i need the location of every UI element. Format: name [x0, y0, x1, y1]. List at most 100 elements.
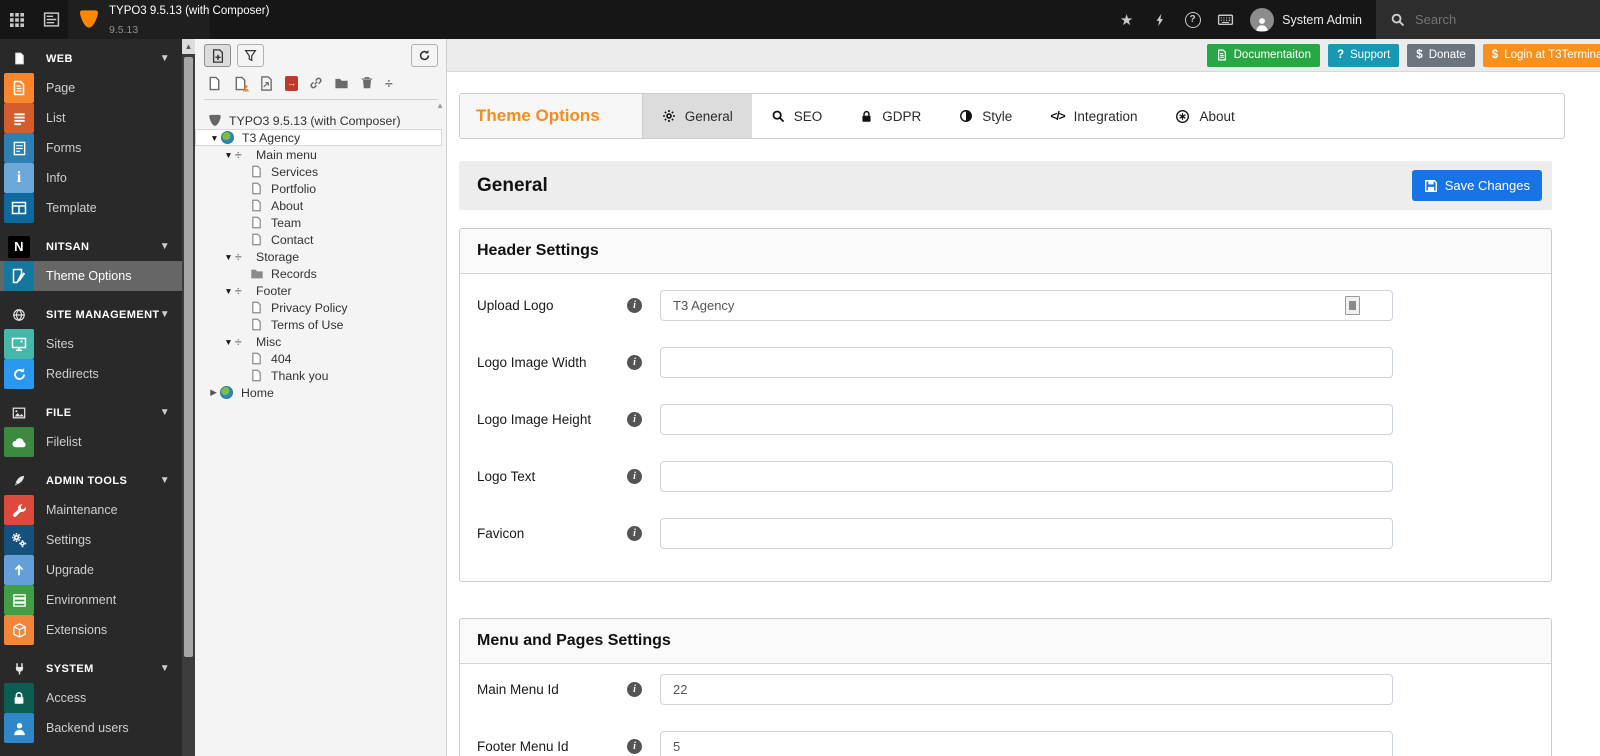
sidebar-item-settings[interactable]: Settings — [0, 525, 182, 555]
tree-node[interactable]: ▼ Services — [195, 163, 442, 180]
logo-text-input[interactable] — [660, 461, 1393, 492]
username: System Admin — [1282, 12, 1362, 27]
tab-integration[interactable]: </> Integration — [1031, 94, 1156, 138]
help-icon[interactable]: ? — [1176, 0, 1209, 39]
modules-grid-icon[interactable] — [0, 0, 34, 39]
refresh-tree-button[interactable] — [411, 44, 438, 67]
sidebar-item-info[interactable]: i Info — [0, 163, 182, 193]
section-file[interactable]: FILE ▼ — [0, 398, 182, 427]
main-menu-id-input[interactable] — [660, 674, 1393, 705]
info-icon[interactable]: i — [627, 526, 642, 541]
info-icon[interactable]: i — [627, 682, 642, 697]
filter-button[interactable] — [237, 44, 264, 67]
tree-node[interactable]: ▼ About — [195, 197, 442, 214]
tree-node[interactable]: ▼ ÷ Storage — [195, 248, 442, 265]
documentation-button[interactable]: Documentaiton — [1206, 43, 1320, 67]
sidebar-item-environment[interactable]: Environment — [0, 585, 182, 615]
logo-image-width-input[interactable] — [660, 347, 1393, 378]
expand-arrow-icon[interactable]: ▼ — [222, 150, 235, 160]
record-image-icon[interactable] — [1345, 296, 1360, 315]
tab-gdpr[interactable]: GDPR — [841, 94, 940, 138]
user-menu[interactable]: System Admin — [1242, 0, 1376, 39]
section-system[interactable]: SYSTEM ▼ — [0, 654, 182, 683]
tree-node[interactable]: ▼ 404 — [195, 350, 442, 367]
new-page-drag-icon[interactable] — [207, 76, 222, 91]
tree-node[interactable]: ▼ Team — [195, 214, 442, 231]
sidebar-item-theme-options[interactable]: Theme Options — [0, 261, 182, 291]
tree-node[interactable]: ▼ ÷ Misc — [195, 333, 442, 350]
tree-node[interactable]: ▼ Terms of Use — [195, 316, 442, 333]
sidebar-item-extensions[interactable]: Extensions — [0, 615, 182, 645]
footer-menu-id-input[interactable] — [660, 731, 1393, 756]
module-menu-scrollbar[interactable]: ▲ — [182, 39, 195, 756]
new-shortcut-drag-icon[interactable] — [259, 76, 274, 91]
section-admin-tools[interactable]: ADMIN TOOLS ▼ — [0, 466, 182, 495]
section-nitsan[interactable]: N NITSAN ▼ — [0, 232, 182, 261]
tree-node-root[interactable]: ▼ TYPO3 9.5.13 (with Composer) — [195, 112, 442, 129]
expand-arrow-icon[interactable]: ▼ — [222, 286, 235, 296]
favicon-input[interactable] — [660, 518, 1393, 549]
tree-node[interactable]: ▶ Home — [195, 384, 442, 401]
logo-image-height-input[interactable] — [660, 404, 1393, 435]
sidebar-item-sites[interactable]: Sites — [0, 329, 182, 359]
trash-icon[interactable] — [360, 76, 374, 90]
tab-style[interactable]: Style — [940, 94, 1031, 138]
scroll-up-arrow-icon[interactable]: ▲ — [182, 39, 195, 54]
sidebar-item-filelist[interactable]: Filelist — [0, 427, 182, 457]
tab-seo[interactable]: SEO — [752, 94, 842, 138]
sidebar-item-forms[interactable]: Forms — [0, 133, 182, 163]
sidebar-item-redirects[interactable]: Redirects — [0, 359, 182, 389]
new-page-alt-drag-icon[interactable] — [233, 76, 248, 91]
info-icon[interactable]: i — [627, 469, 642, 484]
expand-arrow-icon[interactable]: ▼ — [222, 337, 235, 347]
new-page-button[interactable] — [204, 44, 231, 67]
tree-node[interactable]: ▼ Contact — [195, 231, 442, 248]
info-icon[interactable]: i — [627, 739, 642, 754]
new-divider-drag-icon[interactable]: ÷ — [385, 75, 393, 91]
pagetree-toggle-icon[interactable] — [34, 0, 68, 39]
tree-node[interactable]: ▼ ÷ Footer — [195, 282, 442, 299]
tree-node[interactable]: ▼ Records — [195, 265, 442, 282]
tree-node[interactable]: ▼ ÷ Main menu — [195, 146, 442, 163]
expand-arrow-icon[interactable]: ▼ — [208, 133, 221, 143]
redirects-refresh-icon — [4, 359, 34, 389]
topbar-search[interactable] — [1376, 0, 1600, 39]
donate-button[interactable]: $ Donate — [1407, 43, 1475, 67]
info-icon[interactable]: i — [627, 412, 642, 427]
collapse-arrow-icon[interactable]: ▶ — [207, 387, 220, 398]
new-link-drag-icon[interactable] — [309, 76, 323, 90]
sidebar-item-upgrade[interactable]: Upgrade — [0, 555, 182, 585]
scrollbar-thumb[interactable] — [184, 57, 193, 657]
login-t3terminal-button[interactable]: $ Login at T3Terminal — [1482, 43, 1600, 67]
tab-general[interactable]: General — [642, 94, 752, 138]
tree-node[interactable]: ▼ Portfolio — [195, 180, 442, 197]
save-changes-button[interactable]: Save Changes — [1411, 170, 1542, 201]
tree-node[interactable]: ▼ Thank you — [195, 367, 442, 384]
sidebar-item-access[interactable]: Access — [0, 683, 182, 713]
upload-logo-input[interactable] — [660, 290, 1393, 321]
sidebar-item-maintenance[interactable]: Maintenance — [0, 495, 182, 525]
support-button[interactable]: ? Support — [1327, 43, 1400, 67]
sidebar-item-page[interactable]: Page — [0, 73, 182, 103]
sidebar-item-list[interactable]: List — [0, 103, 182, 133]
new-folder-drag-icon[interactable] — [334, 76, 349, 91]
info-icon[interactable]: i — [627, 298, 642, 313]
tree-node[interactable]: ▼ Privacy Policy — [195, 299, 442, 316]
theme-options-icon — [4, 261, 34, 291]
new-mount-drag-icon[interactable]: → — [285, 75, 298, 91]
document-icon — [1216, 49, 1228, 61]
section-web[interactable]: WEB ▼ — [0, 44, 182, 73]
sidebar-item-backend-users[interactable]: Backend users — [0, 713, 182, 743]
search-input[interactable] — [1415, 12, 1565, 27]
tab-about[interactable]: About — [1156, 94, 1253, 138]
expand-arrow-icon[interactable]: ▼ — [222, 252, 235, 262]
system-information-icon[interactable] — [1209, 0, 1242, 39]
bookmark-star-icon[interactable]: ★ — [1110, 0, 1143, 39]
tree-node-selected[interactable]: ▼ T3 Agency — [195, 129, 442, 146]
typo3-logo-block[interactable]: TYPO3 9.5.13 (with Composer) 9.5.13 — [68, 0, 269, 39]
section-site-management[interactable]: SITE MANAGEMENT ▼ — [0, 300, 182, 329]
tree-scroll-arrow-icon[interactable]: ▲ — [436, 101, 444, 110]
info-icon[interactable]: i — [627, 355, 642, 370]
clear-cache-bolt-icon[interactable] — [1143, 0, 1176, 39]
sidebar-item-template[interactable]: Template — [0, 193, 182, 223]
